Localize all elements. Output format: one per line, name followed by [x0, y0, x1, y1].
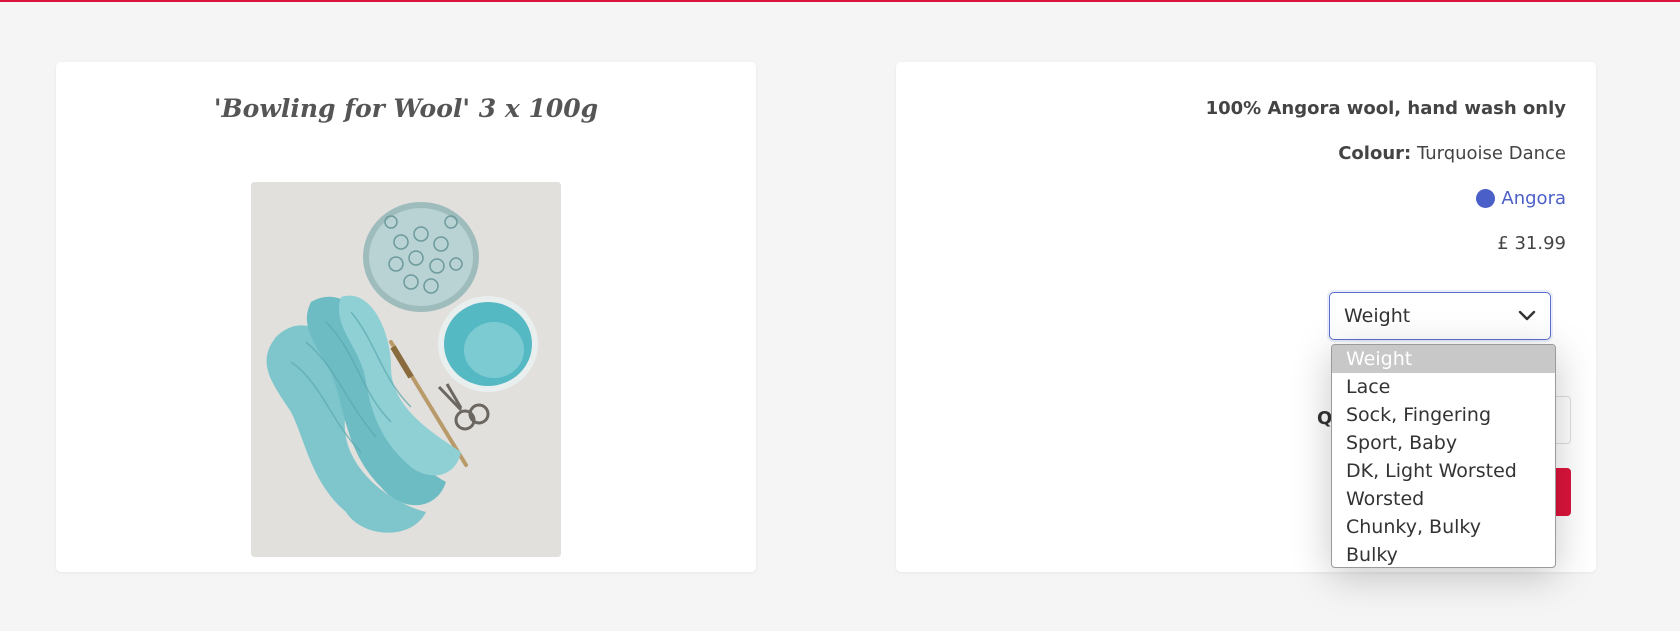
weight-option[interactable]: Sock, Fingering [1332, 401, 1555, 429]
weight-option[interactable]: Chunky, Bulky [1332, 513, 1555, 541]
product-photo [251, 182, 561, 557]
weight-option[interactable]: Lace [1332, 373, 1555, 401]
weight-option[interactable]: DK, Light Worsted [1332, 457, 1555, 485]
product-colour: Colour: Turquoise Dance [1338, 143, 1566, 164]
weight-option[interactable]: Bulky [1332, 541, 1555, 567]
fibre-link[interactable]: Angora [1476, 188, 1566, 209]
product-description: 100% Angora wool, hand wash only [1205, 98, 1566, 119]
fibre-label: Angora [1501, 188, 1566, 209]
fibre-dot-icon [1476, 189, 1496, 208]
product-price: £ 31.99 [1497, 233, 1566, 254]
colour-value: Turquoise Dance [1416, 143, 1566, 164]
weight-option[interactable]: Weight [1332, 345, 1555, 373]
colour-label: Colour: [1338, 143, 1412, 164]
top-accent-bar [0, 0, 1680, 2]
weight-select[interactable]: Weight [1329, 292, 1551, 340]
chevron-down-icon [1518, 310, 1536, 322]
weight-select-value: Weight [1344, 305, 1411, 327]
weight-option[interactable]: Worsted [1332, 485, 1555, 513]
product-title: 'Bowling for Wool' 3 x 100g [213, 94, 599, 123]
product-image-card: 'Bowling for Wool' 3 x 100g [56, 62, 756, 572]
weight-dropdown-list[interactable]: Weight Lace Sock, Fingering Sport, Baby … [1331, 344, 1556, 568]
weight-option[interactable]: Sport, Baby [1332, 429, 1555, 457]
